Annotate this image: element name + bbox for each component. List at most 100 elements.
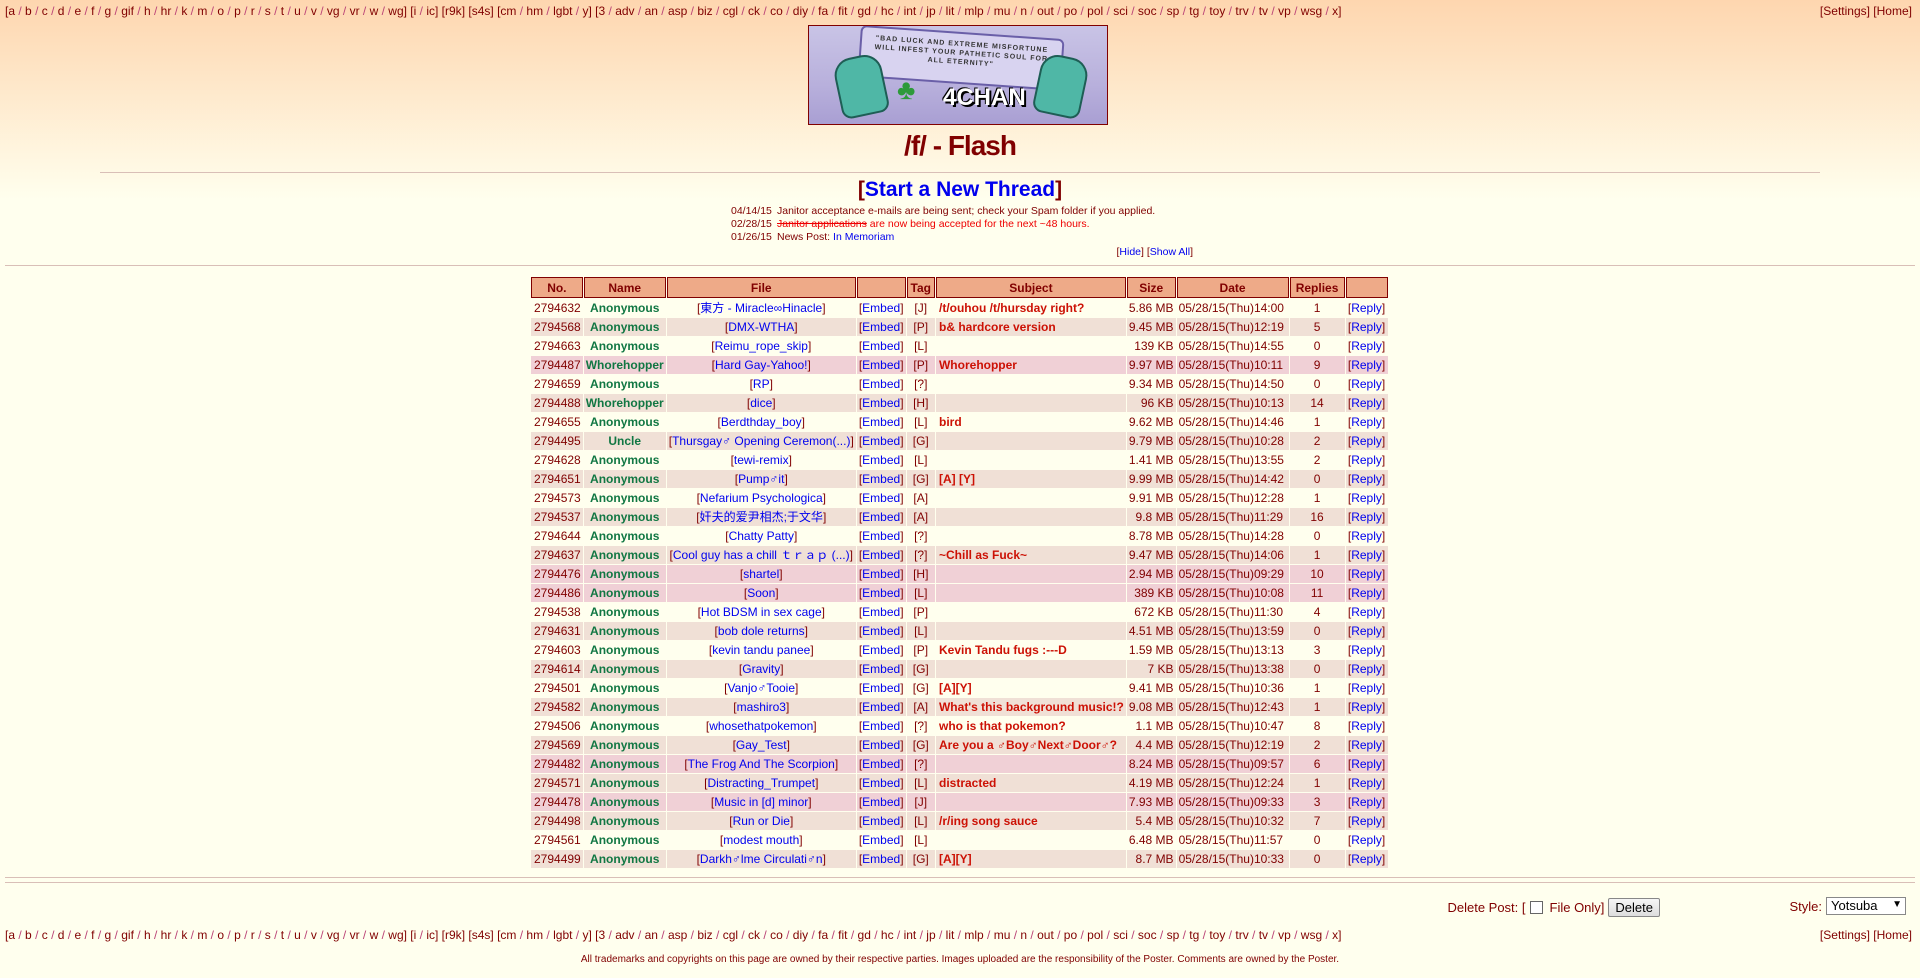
board-link-fa[interactable]: fa xyxy=(818,928,828,942)
board-link-int[interactable]: int xyxy=(904,928,917,942)
board-link-ic[interactable]: ic xyxy=(426,928,435,942)
reply-link[interactable]: Reply xyxy=(1351,415,1382,429)
file-link[interactable]: Hot BDSM in sex cage xyxy=(701,605,822,619)
board-link-adv[interactable]: adv xyxy=(615,4,634,18)
file-only-checkbox[interactable] xyxy=(1529,901,1543,914)
board-link-b[interactable]: b xyxy=(25,4,32,18)
embed-link[interactable]: Embed xyxy=(862,586,900,600)
header-size[interactable]: Size xyxy=(1126,277,1176,298)
board-link-w[interactable]: w xyxy=(370,4,379,18)
reply-link[interactable]: Reply xyxy=(1351,377,1382,391)
reply-link[interactable]: Reply xyxy=(1351,643,1382,657)
embed-link[interactable]: Embed xyxy=(862,795,900,809)
settings-link[interactable]: Settings xyxy=(1823,4,1866,18)
file-link[interactable]: Gravity xyxy=(742,662,780,676)
file-link[interactable]: The Frog And The Scorpion xyxy=(688,757,835,771)
board-link-sci[interactable]: sci xyxy=(1113,4,1128,18)
board-link-gif[interactable]: gif xyxy=(121,4,134,18)
embed-link[interactable]: Embed xyxy=(862,719,900,733)
embed-link[interactable]: Embed xyxy=(862,396,900,410)
embed-link[interactable]: Embed xyxy=(862,757,900,771)
board-link-hr[interactable]: hr xyxy=(161,928,172,942)
board-link-ck[interactable]: ck xyxy=(748,4,760,18)
reply-link[interactable]: Reply xyxy=(1351,301,1382,315)
board-link-gif[interactable]: gif xyxy=(121,928,134,942)
reply-link[interactable]: Reply xyxy=(1351,339,1382,353)
header-subject[interactable]: Subject xyxy=(935,277,1126,298)
board-link-cgl[interactable]: cgl xyxy=(723,4,738,18)
file-link[interactable]: bob dole returns xyxy=(718,624,805,638)
board-link-mlp[interactable]: mlp xyxy=(964,928,983,942)
embed-link[interactable]: Embed xyxy=(862,472,900,486)
embed-link[interactable]: Embed xyxy=(862,415,900,429)
delete-button[interactable]: Delete xyxy=(1608,898,1660,917)
embed-link[interactable]: Embed xyxy=(862,434,900,448)
board-link-pol[interactable]: pol xyxy=(1087,928,1103,942)
board-link-s4s[interactable]: s4s xyxy=(472,4,491,18)
reply-link[interactable]: Reply xyxy=(1351,586,1382,600)
board-link-cgl[interactable]: cgl xyxy=(723,928,738,942)
reply-link[interactable]: Reply xyxy=(1351,605,1382,619)
file-link[interactable]: whosethatpokemon xyxy=(709,719,813,733)
board-link-an[interactable]: an xyxy=(645,928,658,942)
embed-link[interactable]: Embed xyxy=(862,700,900,714)
header-date[interactable]: Date xyxy=(1176,277,1289,298)
reply-link[interactable]: Reply xyxy=(1351,491,1382,505)
file-link[interactable]: RP xyxy=(753,377,770,391)
file-link[interactable]: modest mouth xyxy=(723,833,799,847)
board-link-hr[interactable]: hr xyxy=(161,4,172,18)
board-link-vg[interactable]: vg xyxy=(327,928,340,942)
embed-link[interactable]: Embed xyxy=(862,833,900,847)
board-link-gd[interactable]: gd xyxy=(858,4,871,18)
board-link-vg[interactable]: vg xyxy=(327,4,340,18)
file-link[interactable]: mashiro3 xyxy=(737,700,786,714)
board-link-hc[interactable]: hc xyxy=(881,4,894,18)
board-link-gd[interactable]: gd xyxy=(858,928,871,942)
reply-link[interactable]: Reply xyxy=(1351,814,1382,828)
header-no[interactable]: No. xyxy=(531,277,583,298)
reply-link[interactable]: Reply xyxy=(1351,624,1382,638)
file-link[interactable]: DMX-WTHA xyxy=(728,320,794,334)
embed-link[interactable]: Embed xyxy=(862,339,900,353)
embed-link[interactable]: Embed xyxy=(862,852,900,866)
board-link-toy[interactable]: toy xyxy=(1209,928,1225,942)
board-link-h[interactable]: h xyxy=(144,928,151,942)
board-link-trv[interactable]: trv xyxy=(1235,928,1248,942)
file-link[interactable]: Chatty Patty xyxy=(729,529,794,543)
file-link[interactable]: shartel xyxy=(743,567,779,581)
board-link-diy[interactable]: diy xyxy=(793,4,808,18)
embed-link[interactable]: Embed xyxy=(862,776,900,790)
reply-link[interactable]: Reply xyxy=(1351,472,1382,486)
file-link[interactable]: kevin tandu panee xyxy=(712,643,810,657)
reply-link[interactable]: Reply xyxy=(1351,776,1382,790)
board-link-tv[interactable]: tv xyxy=(1259,928,1268,942)
board-link-pol[interactable]: pol xyxy=(1087,4,1103,18)
hide-news-link[interactable]: Hide xyxy=(1119,246,1141,258)
header-file[interactable]: File xyxy=(666,277,856,298)
file-link[interactable]: Vanjo♂Tooie xyxy=(728,681,796,695)
news-link[interactable]: In Memoriam xyxy=(833,231,894,243)
board-link-cm[interactable]: cm xyxy=(500,4,516,18)
board-link-toy[interactable]: toy xyxy=(1209,4,1225,18)
board-link-fit[interactable]: fit xyxy=(838,928,847,942)
board-link-r9k[interactable]: r9k xyxy=(445,4,462,18)
board-link-asp[interactable]: asp xyxy=(668,4,687,18)
embed-link[interactable]: Embed xyxy=(862,548,900,562)
board-link-fit[interactable]: fit xyxy=(838,4,847,18)
board-link-vp[interactable]: vp xyxy=(1278,4,1291,18)
embed-link[interactable]: Embed xyxy=(862,662,900,676)
embed-link[interactable]: Embed xyxy=(862,377,900,391)
board-link-sp[interactable]: sp xyxy=(1167,4,1180,18)
file-link[interactable]: Reimu_rope_skip xyxy=(715,339,808,353)
settings-link[interactable]: Settings xyxy=(1823,928,1866,942)
board-link-po[interactable]: po xyxy=(1064,4,1077,18)
board-link-jp[interactable]: jp xyxy=(926,928,935,942)
board-link-int[interactable]: int xyxy=(904,4,917,18)
reply-link[interactable]: Reply xyxy=(1351,453,1382,467)
board-link-trv[interactable]: trv xyxy=(1235,4,1248,18)
board-link-out[interactable]: out xyxy=(1037,928,1054,942)
embed-link[interactable]: Embed xyxy=(862,681,900,695)
board-link-asp[interactable]: asp xyxy=(668,928,687,942)
board-link-ic[interactable]: ic xyxy=(426,4,435,18)
file-link[interactable]: Hard Gay-Yahoo! xyxy=(715,358,808,372)
